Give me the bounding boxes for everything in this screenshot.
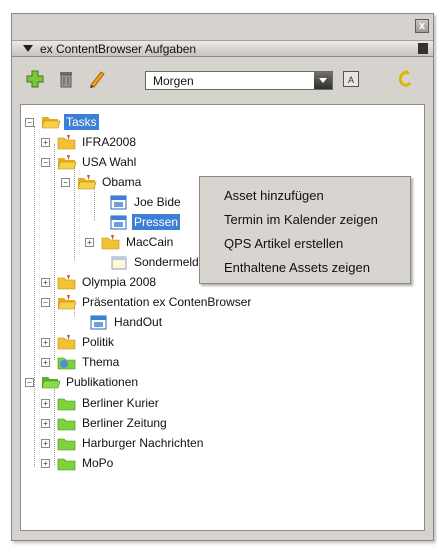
publication-folder-icon (57, 438, 76, 451)
tree-item-politik[interactable]: + Politik (41, 332, 116, 352)
expand-toggle[interactable]: + (41, 138, 50, 147)
tree-item-pressen[interactable]: Pressen (109, 212, 181, 232)
tree-item-joe-biden[interactable]: Joe Bide (109, 192, 183, 212)
topic-folder-icon (57, 357, 76, 370)
menu-item-termin-im-kalender-zeigen[interactable]: Termin im Kalender zeigen (200, 207, 410, 231)
tree-item-mopo[interactable]: + MoPo (41, 453, 115, 473)
tree-item-thema[interactable]: + Thema (41, 352, 121, 372)
panel-titlebar[interactable]: ex ContentBrowser Aufgaben (12, 40, 433, 57)
collapse-toggle[interactable]: − (41, 298, 50, 307)
expand-toggle[interactable]: + (41, 459, 50, 468)
tree-item-label: Olympia 2008 (82, 275, 157, 289)
tree-item-label: Pressen (132, 214, 181, 230)
refresh-icon[interactable] (395, 69, 415, 89)
svg-text:A: A (348, 75, 354, 85)
calendar-event-icon (110, 215, 127, 230)
calendar-icon[interactable]: A (342, 70, 360, 88)
tree-item-label: USA Wahl (82, 155, 137, 169)
collapse-toggle[interactable]: − (25, 378, 34, 387)
tree-item-label: MacCain (126, 235, 174, 249)
menu-item-asset-hinzufuegen[interactable]: Asset hinzufügen (200, 183, 410, 207)
tree-item-label: Obama (102, 175, 142, 189)
context-menu: Asset hinzufügen Termin im Kalender zeig… (199, 176, 411, 284)
collapse-toggle[interactable]: − (25, 118, 34, 127)
tree-item-tasks[interactable]: − Tasks (25, 112, 99, 132)
tree-item-maccain[interactable]: + MacCain (85, 232, 175, 252)
publication-folder-icon (57, 458, 76, 471)
collapse-toggle[interactable]: − (61, 178, 70, 187)
expand-toggle[interactable]: + (41, 278, 50, 287)
expand-toggle[interactable]: + (41, 419, 50, 428)
task-folder-open-icon (57, 295, 77, 310)
tree-item-sondermeldung[interactable]: Sondermeld (109, 252, 201, 272)
task-tree[interactable]: − Tasks + IFRA2008 − USA Wahl − Obama Jo… (20, 104, 425, 531)
tree-item-label: Thema (82, 355, 120, 369)
tree-item-berliner-kurier[interactable]: + Berliner Kurier (41, 393, 161, 413)
publication-folder-open-icon (41, 377, 61, 389)
trash-icon[interactable] (56, 69, 76, 89)
menu-item-enthaltene-assets-zeigen[interactable]: Enthaltene Assets zeigen (200, 255, 410, 279)
tree-item-label: HandOut (114, 315, 163, 329)
publication-folder-icon (57, 398, 76, 411)
tree-item-label: Berliner Kurier (82, 396, 159, 410)
plus-icon[interactable] (25, 69, 45, 89)
tree-item-usa-wahl[interactable]: − USA Wahl (41, 152, 138, 172)
expand-toggle[interactable]: + (41, 439, 50, 448)
tree-item-label: Publikationen (66, 375, 139, 389)
expand-toggle[interactable]: + (41, 399, 50, 408)
tree-item-ifra2008[interactable]: + IFRA2008 (41, 132, 138, 152)
task-folder-icon (57, 275, 76, 290)
tree-item-label: Tasks (64, 114, 99, 130)
collapse-triangle-icon[interactable] (23, 45, 33, 52)
task-folder-open-icon (57, 155, 77, 170)
task-folder-open-icon (77, 175, 97, 190)
tree-item-label: Politik (82, 335, 115, 349)
tree-item-label: MoPo (82, 456, 114, 470)
panel-menu-icon[interactable] (418, 43, 428, 54)
tree-item-praesentation[interactable]: − Präsentation ex ContenBrowser (41, 292, 253, 312)
calendar-event-icon (90, 315, 107, 330)
tree-item-handout[interactable]: HandOut (89, 312, 164, 332)
tree-item-publikationen[interactable]: − Publikationen (25, 372, 140, 392)
tree-item-label: IFRA2008 (82, 135, 137, 149)
combo-value: Morgen (153, 73, 194, 88)
toolbar: Morgen A (12, 57, 433, 101)
expand-toggle[interactable]: + (41, 358, 50, 367)
task-folder-icon (101, 235, 120, 250)
menu-item-qps-artikel-erstellen[interactable]: QPS Artikel erstellen (200, 231, 410, 255)
tree-item-olympia-2008[interactable]: + Olympia 2008 (41, 272, 158, 292)
collapse-toggle[interactable]: − (41, 158, 50, 167)
document-icon (111, 256, 127, 270)
tree-item-label: Harburger Nachrichten (82, 436, 204, 450)
tree-item-label: Joe Bide (134, 195, 181, 209)
date-filter-combobox[interactable]: Morgen (145, 71, 333, 90)
panel-title: ex ContentBrowser Aufgaben (40, 41, 197, 56)
publication-folder-icon (57, 418, 76, 431)
tree-item-label: Sondermeld (134, 255, 199, 269)
tree-item-harburger-nachrichten[interactable]: + Harburger Nachrichten (41, 433, 205, 453)
calendar-event-icon (110, 195, 127, 210)
tree-item-label: Präsentation ex ContenBrowser (82, 295, 252, 309)
tree-item-berliner-zeitung[interactable]: + Berliner Zeitung (41, 413, 169, 433)
close-button[interactable]: x (415, 19, 429, 33)
task-folder-icon (57, 135, 76, 150)
tree-item-label: Berliner Zeitung (82, 416, 167, 430)
expand-toggle[interactable]: + (41, 338, 50, 347)
pencil-icon[interactable] (87, 69, 107, 89)
tree-item-obama[interactable]: − Obama (61, 172, 143, 192)
folder-open-icon (41, 117, 61, 129)
chevron-down-icon[interactable] (314, 72, 332, 89)
expand-toggle[interactable]: + (85, 238, 94, 247)
task-folder-icon (57, 335, 76, 350)
panel-top-strip: x (12, 14, 433, 40)
